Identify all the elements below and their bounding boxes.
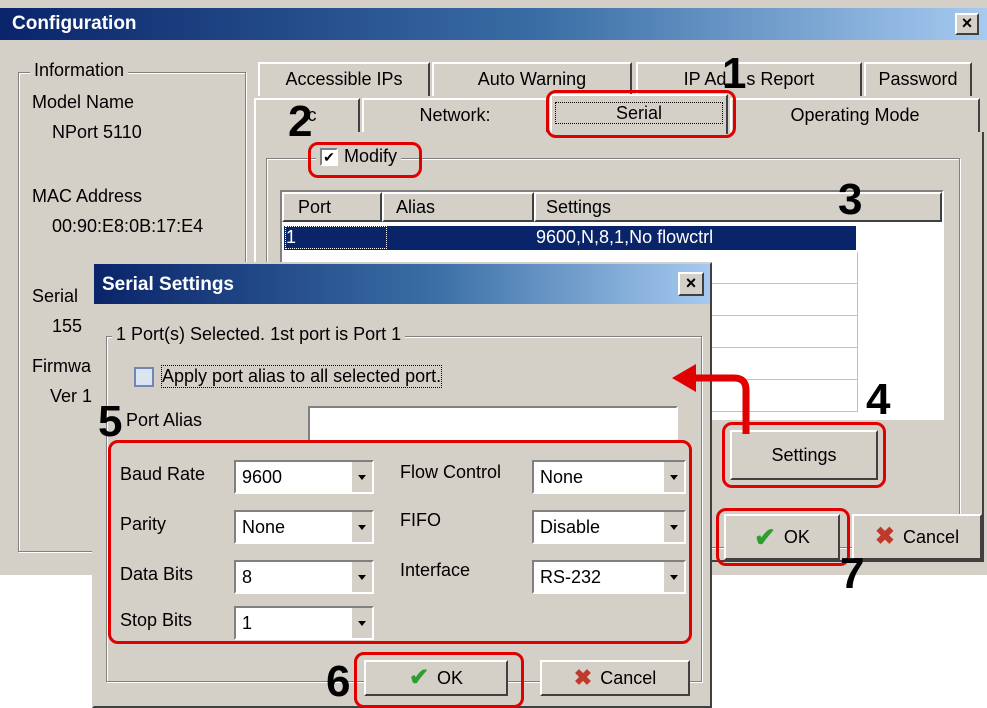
callout-config-ok: [716, 508, 850, 566]
table-header-port[interactable]: Port: [282, 192, 382, 222]
serial-cancel-button[interactable]: ✖ Cancel: [540, 660, 690, 696]
information-legend: Information: [30, 60, 129, 81]
config-close-button[interactable]: ×: [955, 13, 979, 35]
firmware-value: Ver 1: [50, 386, 93, 406]
step-2: 2: [288, 97, 313, 146]
close-icon: ×: [961, 13, 973, 33]
apply-alias-checkbox[interactable]: [134, 366, 154, 387]
firmware-label: Firmwa: [32, 356, 91, 376]
step-3: 3: [838, 175, 863, 224]
table-header-settings[interactable]: Settings: [534, 192, 942, 222]
step-5: 5: [98, 397, 123, 446]
tab-operating-mode[interactable]: Operating Mode: [730, 98, 980, 132]
mac-address-label: MAC Address: [32, 186, 143, 206]
step-4: 4: [866, 375, 891, 424]
model-name-label: Model Name: [32, 92, 135, 112]
callout-serial-ok: [354, 652, 524, 708]
table-row[interactable]: 1 9600,N,8,1,No flowctrl: [284, 226, 856, 250]
tab-password[interactable]: Password: [864, 62, 972, 96]
port-alias-label: Port Alias: [126, 410, 203, 430]
apply-alias-label: Apply port alias to all selected port.: [160, 365, 443, 388]
close-icon: ×: [685, 273, 697, 293]
port-alias-input[interactable]: [308, 406, 678, 442]
serial-close-button[interactable]: ×: [678, 272, 704, 296]
step-6: 6: [326, 657, 351, 706]
serial-title-bar: Serial Settings ×: [94, 264, 710, 304]
serial-value: 155: [52, 316, 83, 336]
step-1: 1: [722, 49, 747, 98]
table-header-alias[interactable]: Alias: [382, 192, 534, 222]
config-cancel-button[interactable]: ✖ Cancel: [852, 514, 982, 560]
row-port: 1: [284, 226, 388, 249]
config-title: Configuration: [12, 13, 137, 34]
row-settings: 9600,N,8,1,No flowctrl: [536, 227, 714, 247]
step-7: 7: [840, 549, 865, 598]
serial-dialog-title: Serial Settings: [102, 274, 234, 295]
x-icon: ✖: [874, 523, 896, 550]
serial-label: Serial: [32, 286, 79, 306]
tab-network[interactable]: Network:: [362, 98, 548, 132]
callout-serial-tab: [546, 90, 736, 138]
tab-accessible-ips[interactable]: Accessible IPs: [258, 62, 430, 96]
model-name-value: NPort 5110: [52, 122, 142, 142]
config-title-bar: Configuration ×: [0, 8, 987, 40]
port-selection-legend: 1 Port(s) Selected. 1st port is Port 1: [112, 324, 406, 345]
callout-serial-fields: [108, 440, 692, 644]
apply-alias-checkbox-row[interactable]: Apply port alias to all selected port.: [134, 365, 443, 388]
mac-address-value: 00:90:E8:0B:17:E4: [52, 216, 204, 236]
callout-modify: [308, 142, 422, 178]
curved-arrow: [672, 364, 750, 434]
x-icon: ✖: [573, 665, 593, 690]
